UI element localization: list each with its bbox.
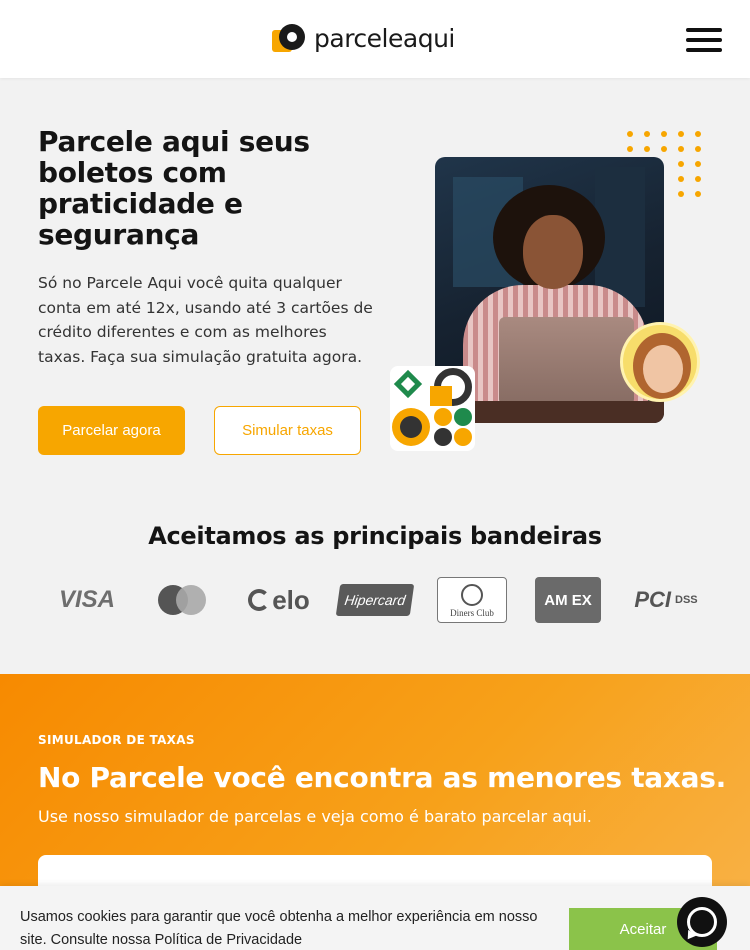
decorative-dot	[644, 131, 650, 137]
pci-dss-logo-icon: PCI DSS	[634, 587, 698, 612]
hero-title: Parcele aqui seus boletos com praticidad…	[38, 125, 310, 251]
decorative-dot	[695, 191, 701, 197]
hero-description: Só no Parcele Aqui você quita qualquer c…	[38, 274, 373, 366]
decorative-dot	[678, 176, 684, 182]
parcelar-agora-button[interactable]: Parcelar agora	[38, 406, 185, 455]
simular-taxas-button[interactable]: Simular taxas	[214, 406, 361, 455]
decorative-dot	[627, 146, 633, 152]
brands-title: Aceitamos as principais bandeiras	[148, 522, 602, 550]
simulator-eyebrow: SIMULADOR DE TAXAS	[38, 733, 195, 747]
logo-text: parceleaqui	[314, 23, 455, 53]
logo[interactable]: parceleaqui	[272, 22, 455, 54]
avatar-badge	[620, 322, 700, 402]
logo-mark-icon	[272, 22, 306, 54]
diners-club-logo-icon: Diners Club	[437, 577, 507, 623]
hipercard-logo-icon: Hipercard	[335, 584, 415, 616]
cookie-banner: Usamos cookies para garantir que você ob…	[0, 886, 750, 950]
decorative-dot	[695, 176, 701, 182]
decorative-dot	[661, 131, 667, 137]
decorative-dot	[678, 161, 684, 167]
decorative-dot	[678, 146, 684, 152]
simulator-subtitle: Use nosso simulador de parcelas e veja c…	[38, 807, 592, 826]
decorative-dot	[695, 131, 701, 137]
whatsapp-icon[interactable]	[677, 897, 727, 947]
mastercard-logo-icon	[156, 576, 210, 624]
site-header: parceleaqui	[0, 0, 750, 78]
decorative-dot	[678, 191, 684, 197]
decorative-dot	[695, 146, 701, 152]
decorative-dot	[644, 146, 650, 152]
decorative-dot	[678, 131, 684, 137]
decorative-dot	[695, 161, 701, 167]
visa-logo-icon: VISA	[58, 586, 115, 613]
cookie-text: Usamos cookies para garantir que você ob…	[20, 909, 538, 948]
amex-logo-icon: AM EX	[535, 577, 601, 623]
decorative-dot	[627, 131, 633, 137]
decorative-shapes	[390, 366, 475, 451]
simulator-title: No Parcele você encontra as menores taxa…	[38, 761, 726, 794]
hamburger-menu-icon[interactable]	[686, 28, 722, 52]
elo-logo-icon: elo	[240, 576, 318, 624]
decorative-dot	[661, 146, 667, 152]
